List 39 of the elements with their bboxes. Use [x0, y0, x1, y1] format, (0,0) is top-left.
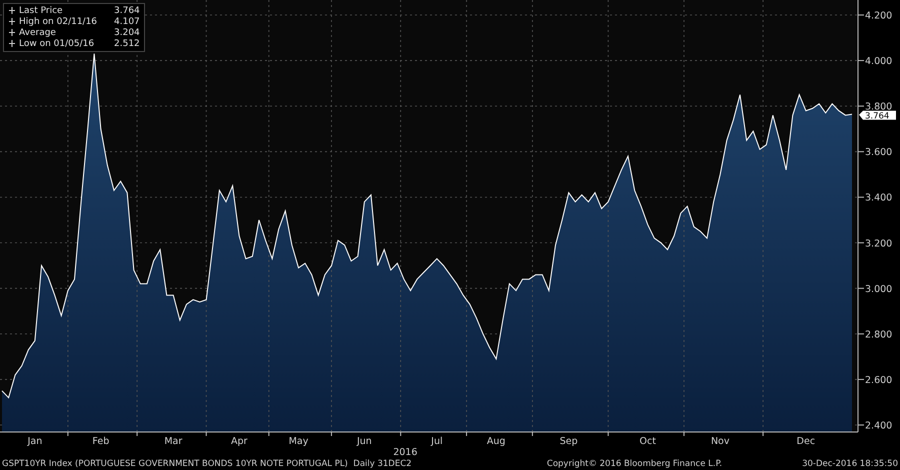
year-label: 2016: [393, 447, 418, 457]
x-axis-label: Jun: [356, 436, 372, 447]
legend-marker-icon: [8, 39, 16, 48]
x-axis-label: Mar: [164, 436, 182, 447]
legend-value: 3.204: [114, 28, 140, 38]
legend-label: Average: [19, 28, 57, 38]
x-axis-label: Jul: [431, 436, 443, 447]
x-axis-label: May: [288, 436, 308, 447]
y-axis-label: 3.400: [865, 192, 892, 204]
legend-marker-icon: [8, 28, 16, 37]
index-description: GSPT10YR Index (PORTUGUESE GOVERNMENT BONDS 10YR NOTE PORTUGAL PL) Daily 31DEC2: [2, 458, 412, 468]
y-axis-label: 3.200: [865, 238, 892, 250]
legend-value: 4.107: [114, 16, 140, 26]
x-axis-label: Aug: [486, 436, 506, 447]
x-axis-label: Dec: [796, 436, 816, 447]
legend-value: 2.512: [114, 38, 140, 48]
y-axis-label: 3.000: [865, 284, 892, 295]
y-axis-label: 2.600: [865, 374, 892, 386]
legend-marker-icon: [8, 6, 16, 15]
x-axis-label: Oct: [640, 436, 656, 447]
legend-label: Last Price: [19, 6, 64, 16]
last-value-tag: 3.764: [859, 110, 896, 122]
x-axis-label: Nov: [710, 436, 730, 447]
x-axis-label: Feb: [92, 436, 110, 447]
x-axis-label: Sep: [560, 436, 578, 447]
y-axis-label: 4.000: [865, 56, 892, 68]
x-axis-label: Apr: [231, 436, 248, 447]
legend-label: Low on 01/05/16: [19, 38, 96, 48]
legend-marker-icon: [8, 17, 16, 26]
legend-label: High on 02/11/16: [19, 16, 98, 26]
y-axis-label: 4.200: [865, 10, 892, 22]
legend-value: 3.764: [114, 6, 140, 16]
y-axis-label: 3.600: [865, 147, 892, 158]
y-axis-label: 2.400: [865, 420, 892, 432]
copyright-text: Copyright© 2016 Bloomberg Finance L.P.: [546, 458, 722, 468]
timestamp: 30-Dec-2016 18:35:50: [802, 458, 898, 468]
y-axis-label: 2.800: [865, 329, 892, 340]
x-axis-label: Jan: [28, 436, 42, 447]
y-axis-label: 3.800: [865, 102, 892, 113]
